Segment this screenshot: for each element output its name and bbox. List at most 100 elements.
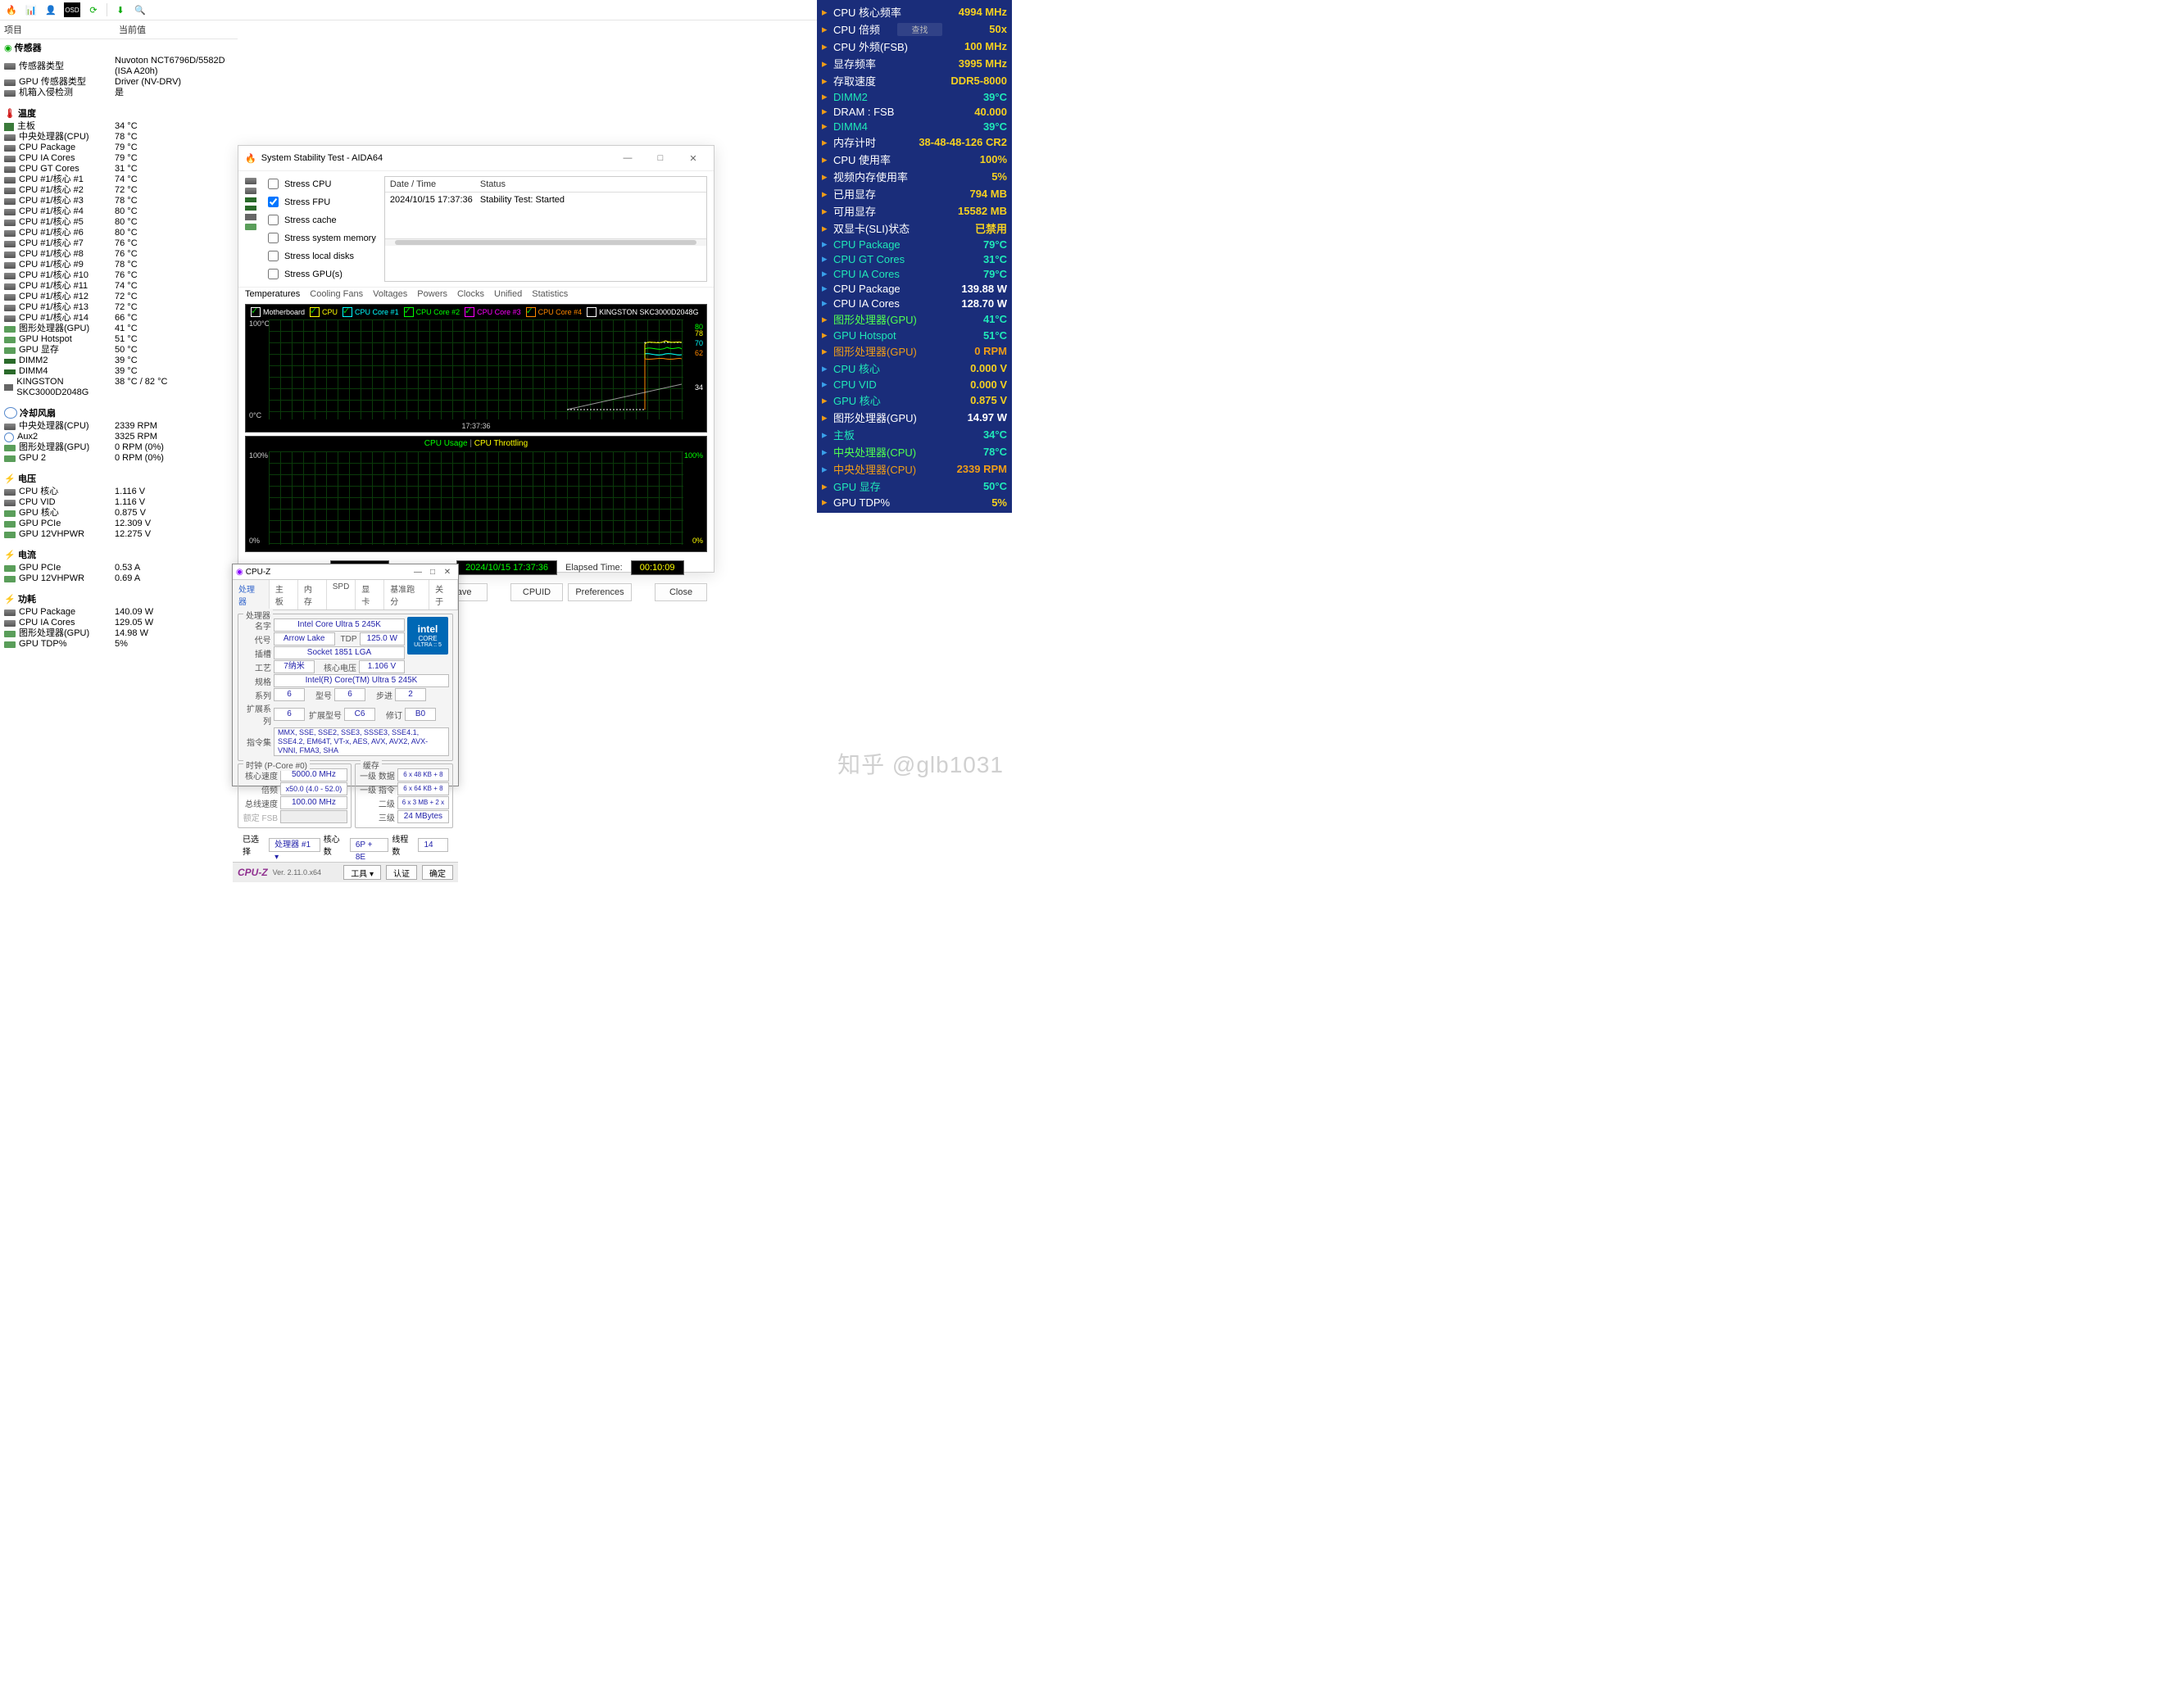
sensor-row[interactable]: 传感器类型Nuvoton NCT6796D/5582D (ISA A20h) [0, 56, 238, 77]
sensor-row[interactable]: CPU GT Cores31 °C [0, 164, 238, 174]
sensor-row[interactable]: 图形处理器(GPU)0 RPM (0%) [0, 442, 238, 453]
sensor-row[interactable]: GPU 12VHPWR12.275 V [0, 529, 238, 540]
aida-titlebar[interactable]: 🔥 System Stability Test - AIDA64 — □ ✕ [238, 146, 714, 171]
maximize-button[interactable]: □ [425, 568, 440, 577]
download-icon[interactable]: ⬇ [114, 3, 127, 16]
user-icon[interactable]: 👤 [44, 3, 57, 16]
sensor-row[interactable]: CPU #1/核心 #1372 °C [0, 302, 238, 313]
section-pow_head[interactable]: ⚡功耗 [0, 591, 238, 607]
cpuz-tab-2[interactable]: 内存 [298, 580, 327, 609]
sensor-row[interactable]: GPU 12VHPWR0.69 A [0, 573, 238, 584]
sensor-row[interactable]: GPU 传感器类型Driver (NV-DRV) [0, 77, 238, 88]
cpuz-tab-1[interactable]: 主板 [270, 580, 298, 609]
legend-item[interactable]: CPU Core #2 [404, 307, 460, 317]
tab-unified[interactable]: Unified [494, 289, 522, 299]
sensor-row[interactable]: CPU Package140.09 W [0, 607, 238, 618]
ok-button[interactable]: 确定 [422, 865, 453, 880]
sensor-row[interactable]: CPU #1/核心 #978 °C [0, 260, 238, 270]
sensor-row[interactable]: GPU TDP%5% [0, 639, 238, 650]
cpuid-button[interactable]: CPUID [510, 583, 563, 601]
stress-opt-1[interactable]: Stress FPU [265, 194, 376, 210]
cpuz-tab-6[interactable]: 关于 [429, 580, 458, 609]
sensor-row[interactable]: 机箱入侵检测是 [0, 88, 238, 98]
flame-icon[interactable]: 🔥 [5, 3, 18, 16]
sensor-row[interactable]: GPU Hotspot51 °C [0, 334, 238, 345]
tab-voltages[interactable]: Voltages [373, 289, 407, 299]
sensor-row[interactable]: DIMM239 °C [0, 356, 238, 366]
cpuz-tab-0[interactable]: 处理器 [233, 580, 270, 610]
legend-item[interactable]: KINGSTON SKC3000D2048G [587, 307, 698, 317]
sensor-row[interactable]: CPU VID1.116 V [0, 497, 238, 508]
minimize-button[interactable]: — [614, 149, 642, 167]
close-button[interactable]: ✕ [679, 149, 707, 167]
refresh-icon[interactable]: ⟳ [87, 3, 100, 16]
sensor-row[interactable]: GPU 核心0.875 V [0, 508, 238, 519]
sensor-row[interactable]: KINGSTON SKC3000D2048G38 °C / 82 °C [0, 377, 238, 398]
sensor-row[interactable]: CPU Package79 °C [0, 143, 238, 153]
sensor-row[interactable]: GPU 20 RPM (0%) [0, 453, 238, 464]
sensor-row[interactable]: 图形处理器(GPU)41 °C [0, 324, 238, 334]
close-button[interactable]: Close [655, 583, 707, 601]
section-sensors[interactable]: ◉传感器 [0, 39, 238, 56]
preferences-button[interactable]: Preferences [568, 583, 632, 601]
cpuz-tab-5[interactable]: 基准跑分 [384, 580, 429, 609]
sensor-row[interactable]: CPU #1/核心 #680 °C [0, 228, 238, 238]
sensor-row[interactable]: CPU IA Cores79 °C [0, 153, 238, 164]
section-volts_head[interactable]: ⚡电压 [0, 470, 238, 487]
legend-item[interactable]: CPU Core #3 [465, 307, 521, 317]
sensor-row[interactable]: CPU #1/核心 #272 °C [0, 185, 238, 196]
sensor-row[interactable]: GPU PCIe12.309 V [0, 519, 238, 529]
sensor-row[interactable]: CPU #1/核心 #480 °C [0, 206, 238, 217]
sensor-row[interactable]: 图形处理器(GPU)14.98 W [0, 628, 238, 639]
stress-opt-0[interactable]: Stress CPU [265, 176, 376, 192]
close-button[interactable]: ✕ [440, 568, 455, 577]
tab-statistics[interactable]: Statistics [532, 289, 568, 299]
stress-opt-3[interactable]: Stress system memory [265, 230, 376, 246]
sensor-row[interactable]: CPU #1/核心 #1272 °C [0, 292, 238, 302]
sensor-row[interactable]: CPU #1/核心 #1076 °C [0, 270, 238, 281]
sensor-row[interactable]: CPU #1/核心 #1466 °C [0, 313, 238, 324]
section-fans_head[interactable]: 冷却风扇 [0, 405, 238, 421]
legend-item[interactable]: CPU Core #1 [343, 307, 399, 317]
sensor-row[interactable]: GPU PCIe0.53 A [0, 563, 238, 573]
stress-opt-2[interactable]: Stress cache [265, 212, 376, 228]
section-curr_head[interactable]: ⚡电流 [0, 546, 238, 563]
sensor-row[interactable]: GPU 显存50 °C [0, 345, 238, 356]
col-value[interactable]: 当前值 [119, 23, 238, 36]
cpuz-tab-3[interactable]: SPD [327, 580, 356, 609]
sensor-row[interactable]: CPU #1/核心 #378 °C [0, 196, 238, 206]
sensor-row[interactable]: CPU #1/核心 #876 °C [0, 249, 238, 260]
legend-item[interactable]: CPU Core #4 [526, 307, 583, 317]
cpuz-titlebar[interactable]: ◉ CPU-Z — □ ✕ [233, 564, 458, 580]
log-scrollbar[interactable] [385, 238, 706, 246]
sensor-row[interactable]: CPU IA Cores129.05 W [0, 618, 238, 628]
sensor-row[interactable]: 中央处理器(CPU)2339 RPM [0, 421, 238, 432]
stress-opt-4[interactable]: Stress local disks [265, 248, 376, 264]
legend-item[interactable]: CPU [310, 307, 338, 317]
tab-temperatures[interactable]: Temperatures [245, 289, 300, 299]
cpuz-tab-4[interactable]: 显卡 [356, 580, 384, 609]
osd-icon[interactable]: OSD [64, 2, 80, 17]
col-item[interactable]: 项目 [0, 23, 119, 36]
tab-clocks[interactable]: Clocks [457, 289, 484, 299]
legend-item[interactable]: Motherboard [251, 307, 305, 317]
sensor-row[interactable]: CPU #1/核心 #580 °C [0, 217, 238, 228]
section-temps_head[interactable]: 🌡温度 [0, 105, 238, 121]
sensor-row[interactable]: CPU #1/核心 #1174 °C [0, 281, 238, 292]
sensor-row[interactable]: 主板34 °C [0, 121, 238, 132]
minimize-button[interactable]: — [411, 568, 425, 577]
search-icon[interactable]: 🔍 [134, 3, 147, 16]
tools-button[interactable]: 工具 ▾ [343, 865, 381, 880]
sensor-row[interactable]: CPU 核心1.116 V [0, 487, 238, 497]
sensor-row[interactable]: DIMM439 °C [0, 366, 238, 377]
sensor-row[interactable]: CPU #1/核心 #174 °C [0, 174, 238, 185]
validate-button[interactable]: 认证 [386, 865, 417, 880]
processor-select[interactable]: 处理器 #1 ▾ [269, 838, 320, 852]
maximize-button[interactable]: □ [646, 149, 674, 167]
stress-opt-5[interactable]: Stress GPU(s) [265, 266, 376, 282]
tab-cooling fans[interactable]: Cooling Fans [310, 289, 363, 299]
sensor-row[interactable]: 中央处理器(CPU)78 °C [0, 132, 238, 143]
log-row[interactable]: 2024/10/15 17:37:36 Stability Test: Star… [385, 193, 706, 207]
sensor-row[interactable]: CPU #1/核心 #776 °C [0, 238, 238, 249]
chart-icon[interactable]: 📊 [25, 3, 38, 16]
